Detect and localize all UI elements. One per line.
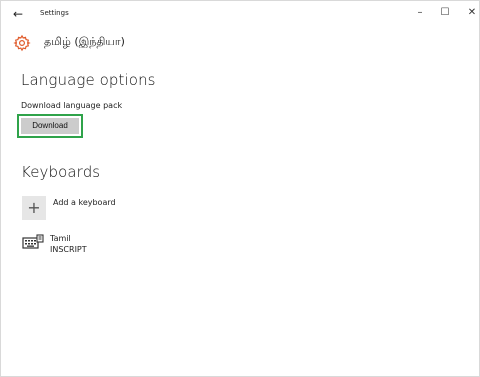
page-title: தமிழ் (இந்தியா) bbox=[44, 35, 125, 48]
minimize-button[interactable]: – bbox=[410, 5, 430, 21]
keyboard-layout: INSCRIPT bbox=[50, 245, 87, 254]
settings-window: ← Settings – ☐ ✕ தமிழ் (இந்தியா) Languag… bbox=[0, 0, 480, 377]
add-keyboard-button[interactable]: + Add a keyboard bbox=[22, 196, 202, 222]
back-arrow-icon[interactable]: ← bbox=[13, 7, 27, 21]
close-button[interactable]: ✕ bbox=[462, 5, 479, 21]
language-pack-label: Download language pack bbox=[21, 101, 123, 110]
title-bar: ← Settings – ☐ ✕ bbox=[1, 1, 479, 29]
maximize-button[interactable]: ☐ bbox=[435, 5, 455, 21]
download-button-highlight: Download bbox=[17, 114, 83, 138]
add-keyboard-label: Add a keyboard bbox=[53, 198, 116, 207]
language-options-heading: Language options bbox=[21, 71, 156, 89]
keyboard-list-item[interactable]: Tamil INSCRIPT bbox=[22, 233, 172, 259]
window-title: Settings bbox=[40, 9, 69, 17]
keyboard-icon bbox=[22, 234, 44, 249]
keyboards-heading: Keyboards bbox=[21, 163, 101, 181]
keyboard-name: Tamil bbox=[50, 234, 71, 243]
download-button[interactable]: Download bbox=[21, 118, 79, 134]
gear-icon bbox=[13, 34, 31, 52]
plus-icon: + bbox=[22, 196, 46, 220]
page-header: தமிழ் (இந்தியா) bbox=[1, 31, 479, 55]
